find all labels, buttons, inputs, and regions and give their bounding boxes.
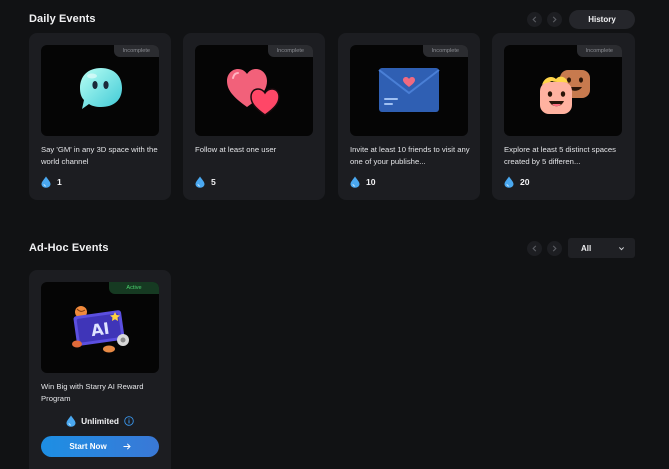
reward-value: 10: [366, 177, 376, 187]
daily-event-card[interactable]: Incomplete Follow at least one user 5: [183, 33, 325, 200]
daily-event-card[interactable]: Incomplete Say 'GM' in any 3D space with…: [29, 33, 171, 200]
event-filter-select[interactable]: All: [568, 238, 635, 258]
info-icon[interactable]: [124, 416, 134, 426]
reward: 1: [41, 176, 62, 188]
daily-prev-button[interactable]: [527, 12, 542, 27]
event-description: Invite at least 10 friends to visit any …: [350, 145, 470, 166]
event-image: Incomplete: [504, 45, 622, 136]
history-button[interactable]: History: [569, 10, 635, 29]
adhoc-prev-button[interactable]: [527, 241, 542, 256]
start-now-button[interactable]: Start Now: [41, 436, 159, 457]
reward: 20: [504, 176, 530, 188]
status-badge: Incomplete: [113, 45, 159, 57]
faces-icon: [540, 70, 590, 114]
adhoc-event-card[interactable]: AI Active Win Big with Starry AI Reward …: [29, 270, 171, 469]
event-description: Say 'GM' in any 3D space with the world …: [41, 145, 158, 166]
filter-value: All: [581, 243, 592, 253]
reward: Unlimited: [29, 415, 171, 427]
hearts-icon: [227, 69, 280, 116]
droplet-icon: [504, 176, 514, 188]
droplet-icon: [350, 176, 360, 188]
chat-bubble-icon: [80, 68, 122, 109]
event-image: Incomplete: [41, 45, 159, 136]
status-badge: Incomplete: [267, 45, 313, 57]
event-description: Follow at least one user: [195, 145, 277, 154]
daily-event-card[interactable]: Incomplete Invite at least 10 friends to…: [338, 33, 480, 200]
ai-banner-icon: AI: [72, 306, 129, 353]
droplet-icon: [41, 176, 51, 188]
reward-value: 1: [57, 177, 62, 187]
reward-value: 20: [520, 177, 530, 187]
reward: 10: [350, 176, 376, 188]
chevron-left-icon: [532, 245, 537, 252]
adhoc-events-title: Ad-Hoc Events: [29, 242, 109, 254]
droplet-icon: [195, 176, 205, 188]
envelope-icon: [378, 68, 440, 112]
adhoc-next-button[interactable]: [547, 241, 562, 256]
status-badge: Incomplete: [422, 45, 468, 57]
start-now-label: Start Now: [69, 442, 107, 451]
chevron-right-icon: [552, 245, 557, 252]
daily-event-card[interactable]: Incomplete Explore at least 5 distinct s…: [492, 33, 635, 200]
reward: 5: [195, 176, 216, 188]
status-badge: Active: [109, 282, 159, 294]
chevron-down-icon: [618, 246, 625, 250]
event-image: Incomplete: [195, 45, 313, 136]
reward-value: Unlimited: [81, 416, 119, 426]
arrow-right-icon: [123, 443, 131, 450]
event-description: Explore at least 5 distinct spaces creat…: [504, 145, 616, 166]
chevron-right-icon: [552, 16, 557, 23]
reward-value: 5: [211, 177, 216, 187]
droplet-icon: [66, 415, 76, 427]
daily-next-button[interactable]: [547, 12, 562, 27]
status-badge: Incomplete: [576, 45, 622, 57]
event-description: Win Big with Starry AI Reward Program: [41, 382, 144, 403]
ai-banner-text: AI: [90, 319, 111, 340]
chevron-left-icon: [532, 16, 537, 23]
event-image: AI Active: [41, 282, 159, 373]
event-image: Incomplete: [350, 45, 468, 136]
daily-events-title: Daily Events: [29, 13, 96, 25]
